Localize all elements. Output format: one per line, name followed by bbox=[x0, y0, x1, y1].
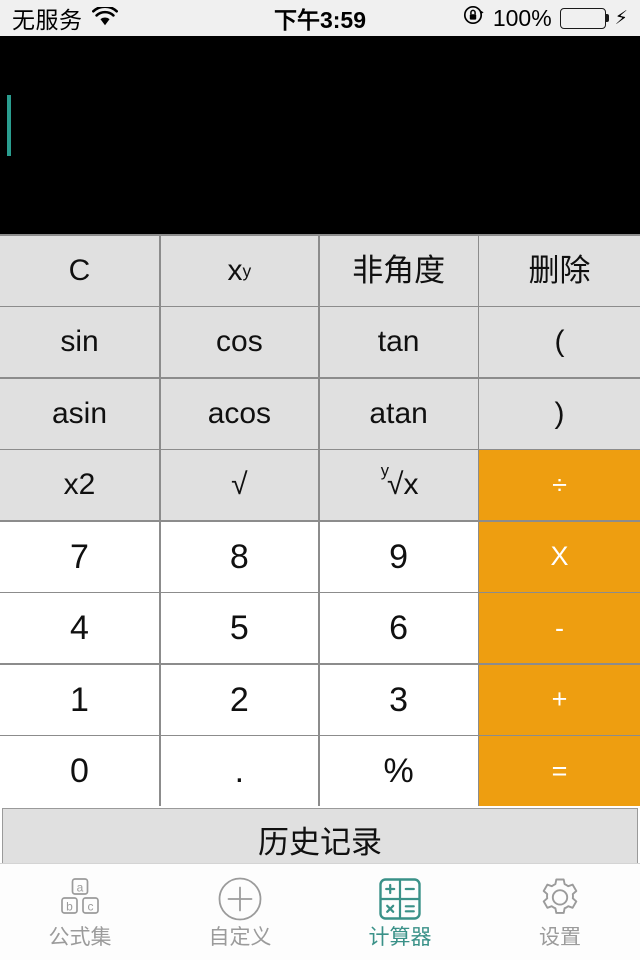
text-cursor bbox=[7, 95, 11, 156]
key-close-paren[interactable]: ) bbox=[479, 378, 640, 449]
key-tan[interactable]: tan bbox=[319, 307, 478, 377]
tab-formulas[interactable]: a b c 公式集 bbox=[0, 864, 160, 960]
key-acos[interactable]: acos bbox=[160, 378, 319, 449]
key-decimal-point[interactable]: . bbox=[160, 736, 319, 806]
tab-label-custom: 自定义 bbox=[208, 926, 272, 949]
key-equals[interactable]: = bbox=[479, 736, 640, 806]
block-letter-c: c bbox=[88, 900, 94, 914]
carrier-label: 无服务 bbox=[12, 7, 83, 33]
key-digit-8[interactable]: 8 bbox=[160, 521, 319, 592]
tab-bar: a b c 公式集 自定义 计算器 设置 bbox=[0, 863, 640, 960]
key-asin[interactable]: asin bbox=[0, 378, 159, 449]
gear-icon bbox=[537, 876, 583, 922]
calculator-display[interactable] bbox=[0, 36, 640, 234]
key-subtract[interactable]: - bbox=[479, 593, 640, 663]
key-power[interactable]: xy bbox=[160, 235, 319, 306]
wifi-icon bbox=[91, 4, 118, 32]
key-digit-6[interactable]: 6 bbox=[319, 593, 478, 663]
rotation-lock-icon bbox=[463, 4, 485, 32]
key-add[interactable]: + bbox=[479, 664, 640, 735]
key-divide[interactable]: ÷ bbox=[479, 450, 640, 520]
key-multiply[interactable]: X bbox=[479, 521, 640, 592]
key-digit-2[interactable]: 2 bbox=[160, 664, 319, 735]
tab-label-formulas: 公式集 bbox=[48, 926, 112, 949]
block-letter-b: b bbox=[66, 900, 73, 914]
key-sin[interactable]: sin bbox=[0, 307, 159, 377]
keypad: Cx y 非角度 删除 sin cos tan( asin acos atan) x2 √ y √x ÷ 7 8… bbox=[0, 234, 640, 806]
block-letter-a: a bbox=[77, 881, 84, 895]
key-digit-3[interactable]: 3 bbox=[319, 664, 478, 735]
key-digit-4[interactable]: 4 bbox=[0, 593, 159, 663]
key-cos[interactable]: cos bbox=[160, 307, 319, 377]
tab-calculator[interactable]: 计算器 bbox=[320, 864, 480, 960]
tab-label-settings: 设置 bbox=[539, 926, 581, 949]
tab-settings[interactable]: 设置 bbox=[480, 864, 640, 960]
battery-percent-label: 100% bbox=[492, 4, 552, 31]
key-open-paren[interactable]: ( bbox=[479, 307, 640, 377]
key-digit-5[interactable]: 5 bbox=[160, 593, 319, 663]
blocks-abc-icon: a b c bbox=[57, 876, 103, 922]
circle-plus-icon bbox=[217, 876, 263, 922]
key-percent[interactable]: % bbox=[319, 736, 478, 806]
lightning-bolt-icon: ⚡ bbox=[614, 7, 628, 29]
status-bar: 无服务 下午3:59 100% ⚡ bbox=[0, 0, 640, 36]
status-bar-right: 100% ⚡ bbox=[463, 4, 628, 32]
key-digit-0[interactable]: 0 bbox=[0, 736, 159, 806]
key-clear[interactable]: C bbox=[0, 235, 159, 306]
key-square[interactable]: x2 bbox=[0, 450, 159, 520]
key-angle-mode[interactable]: 非角度 bbox=[319, 235, 478, 306]
calculator-grid-icon bbox=[378, 876, 422, 922]
key-digit-1[interactable]: 1 bbox=[0, 664, 159, 735]
battery-icon bbox=[559, 7, 610, 29]
tab-custom[interactable]: 自定义 bbox=[160, 864, 320, 960]
status-bar-left: 无服务 bbox=[12, 1, 118, 35]
key-nth-root[interactable]: y √x bbox=[319, 450, 478, 520]
key-digit-9[interactable]: 9 bbox=[319, 521, 478, 592]
tab-label-calculator: 计算器 bbox=[368, 926, 432, 949]
key-square-root[interactable]: √ bbox=[160, 450, 319, 520]
history-button[interactable]: 历史记录 bbox=[2, 808, 638, 870]
key-digit-7[interactable]: 7 bbox=[0, 521, 159, 592]
key-atan[interactable]: atan bbox=[319, 378, 478, 449]
key-delete[interactable]: 删除 bbox=[479, 235, 640, 306]
